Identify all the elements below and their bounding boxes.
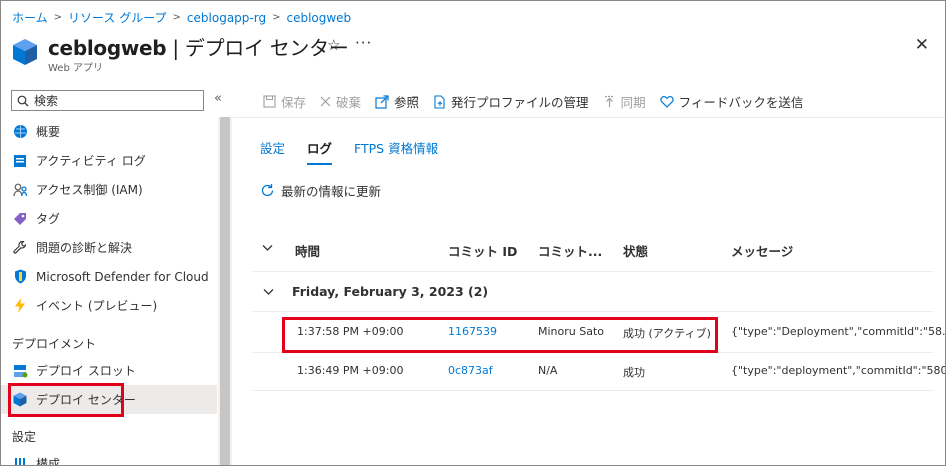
sidebar-item-overview[interactable]: 概要 [1,117,217,146]
star-icon[interactable]: ☆ [327,36,340,54]
sidebar-item-label: アクセス制御 (IAM) [36,183,143,197]
browse-button[interactable]: 参照 [375,92,419,111]
discard-button[interactable]: 破棄 [320,92,361,111]
sidebar-item-activity-log[interactable]: アクティビティ ログ [1,146,217,175]
sidebar-item-label: イベント (プレビュー) [36,299,158,313]
row-divider [253,311,933,312]
sidebar-item-events[interactable]: イベント (プレビュー) [1,291,217,320]
close-icon [320,96,331,107]
column-header-commit-id[interactable]: コミット ID [448,241,517,260]
cell-message: {"type":"Deployment","commitId":"58... [731,325,946,338]
search-placeholder: 検索 [34,94,59,108]
sidebar-item-label: タグ [36,212,61,226]
collapse-sidebar-icon[interactable]: « [214,91,222,106]
cell-status: 成功 [623,366,645,379]
sidebar-item-label: デプロイ スロット [36,364,136,378]
tab-logs[interactable]: ログ [307,138,333,165]
breadcrumb-webapp[interactable]: ceblogweb [286,11,351,25]
breadcrumb-resource-groups[interactable]: リソース グループ [68,9,167,26]
sidebar-item-iam[interactable]: アクセス制御 (IAM) [1,175,217,204]
feedback-button[interactable]: フィードバックを送信 [659,92,804,111]
tab-bar: 設定 ログ FTPS 資格情報 [260,138,460,165]
row-divider [253,390,933,391]
sync-icon [603,95,616,108]
section-deployment: デプロイメント [12,337,97,351]
page-title-name: ceblogweb [48,36,167,60]
section-settings: 設定 [12,430,37,444]
manage-publish-profile-label: 発行プロファイルの管理 [451,95,589,110]
sidebar-item-label: アクティビティ ログ [36,154,146,168]
chevron-right-icon: > [172,12,181,23]
sidebar-item-label: 構成 [36,457,61,466]
group-label: Friday, February 3, 2023 (2) [292,284,489,299]
open-external-icon [375,94,389,109]
tab-settings[interactable]: 設定 [260,138,285,165]
sidebar-item-diagnose[interactable]: 問題の診断と解決 [1,233,217,262]
save-label: 保存 [281,95,307,110]
cell-commit-id-link[interactable]: 0c873af [448,364,493,377]
breadcrumb-home[interactable]: ホーム [12,9,48,26]
sidebar-item-label: 問題の診断と解決 [36,241,133,255]
sidebar-item-deploy-slots[interactable]: デプロイ スロット [1,356,217,385]
column-header-commit-author[interactable]: コミット... [538,241,602,260]
search-icon [17,95,29,106]
cell-author: N/A [538,364,558,377]
slots-icon [12,363,28,379]
cell-message: {"type":"deployment","commitId":"580... [731,364,946,377]
search-input[interactable]: 検索 [11,90,204,111]
group-row[interactable]: Friday, February 3, 2023 (2) [263,284,488,299]
sidebar-item-label: Microsoft Defender for Cloud [36,269,209,284]
heart-icon [659,95,674,108]
refresh-button[interactable]: 最新の情報に更新 [260,181,381,200]
page-title: ceblogweb | デプロイ センター [48,32,349,61]
column-header-status[interactable]: 状態 [623,241,648,260]
shield-icon [12,269,28,285]
sidebar-item-configuration[interactable]: 構成 [1,449,217,466]
globe-icon [12,124,28,140]
publish-profile-icon [433,94,446,109]
column-header-time[interactable]: 時間 [295,241,320,260]
toolbar: 保存 破棄 参照 発行プロファイルの管理 同期 フィードバックを送信 [263,92,817,111]
app-window: ホーム > リソース グループ > ceblogapp-rg > ceblogw… [0,0,946,466]
refresh-label: 最新の情報に更新 [281,184,382,199]
cell-time: 1:36:49 PM +09:00 [297,364,404,377]
browse-label: 参照 [394,95,420,110]
lightning-icon [12,298,28,314]
chevron-down-icon[interactable] [263,288,274,296]
chevron-right-icon: > [272,12,281,23]
sidebar-scrollbar-thumb[interactable] [220,117,230,465]
chevron-down-icon[interactable] [262,244,273,252]
more-icon[interactable]: ··· [355,34,372,52]
close-icon[interactable]: ✕ [915,35,929,55]
activity-log-icon [12,153,28,169]
sidebar-item-tags[interactable]: タグ [1,204,217,233]
highlight-box [282,317,718,353]
sidebar-item-defender[interactable]: Microsoft Defender for Cloud [1,262,217,291]
breadcrumb: ホーム > リソース グループ > ceblogapp-rg > ceblogw… [12,9,351,26]
toolbar-divider [233,117,945,118]
refresh-icon [260,183,275,198]
save-button[interactable]: 保存 [263,92,306,111]
feedback-label: フィードバックを送信 [678,95,804,110]
manage-publish-profile-button[interactable]: 発行プロファイルの管理 [433,92,589,111]
discard-label: 破棄 [336,95,362,110]
row-divider [253,271,933,272]
config-icon [12,456,28,465]
people-icon [12,182,28,198]
cube-icon [13,39,37,65]
sync-label: 同期 [620,95,646,110]
page-subtitle: Web アプリ [48,63,103,74]
save-icon [263,95,276,108]
highlight-box [8,383,124,417]
column-header-message[interactable]: メッセージ [731,241,793,260]
page-title-section: | デプロイ センター [166,36,349,60]
wrench-icon [12,240,28,256]
tag-icon [12,211,28,227]
chevron-right-icon: > [53,12,63,23]
sync-button[interactable]: 同期 [603,92,646,111]
sidebar-item-label: 概要 [36,125,61,139]
breadcrumb-resource-group[interactable]: ceblogapp-rg [187,11,266,25]
tab-ftps-credentials[interactable]: FTPS 資格情報 [354,138,438,165]
